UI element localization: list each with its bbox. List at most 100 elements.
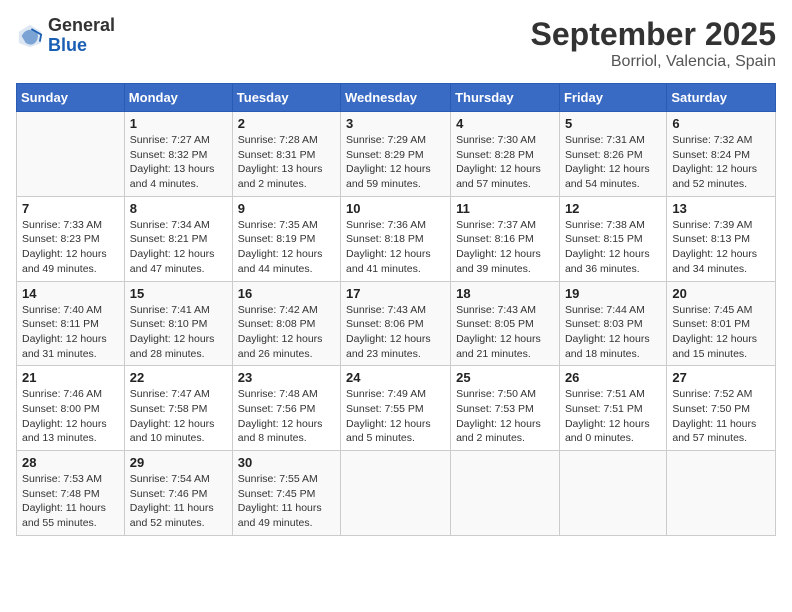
calendar-cell: 5 Sunrise: 7:31 AMSunset: 8:26 PMDaylight…: [559, 112, 666, 197]
calendar-cell: 21Sunrise: 7:46 AMSunset: 8:00 PMDayligh…: [17, 366, 125, 451]
day-number: 22: [130, 370, 227, 385]
day-number: 23: [238, 370, 335, 385]
day-info: Sunrise: 7:48 AMSunset: 7:56 PMDaylight:…: [238, 387, 335, 446]
day-info: Sunrise: 7:28 AMSunset: 8:31 PMDaylight:…: [238, 133, 335, 192]
header-day-sunday: Sunday: [17, 84, 125, 112]
day-number: 27: [672, 370, 770, 385]
calendar-cell: 9Sunrise: 7:35 AMSunset: 8:19 PMDaylight…: [232, 196, 340, 281]
calendar-cell: 3 Sunrise: 7:29 AMSunset: 8:29 PMDaylight…: [341, 112, 451, 197]
day-number: 29: [130, 455, 227, 470]
calendar-cell: 10 Sunrise: 7:36 AMSunset: 8:18 PMDayligh…: [341, 196, 451, 281]
calendar-cell: 19Sunrise: 7:44 AMSunset: 8:03 PMDayligh…: [559, 281, 666, 366]
calendar-cell: 16 Sunrise: 7:42 AMSunset: 8:08 PMDayligh…: [232, 281, 340, 366]
day-number: 10: [346, 201, 445, 216]
header-day-tuesday: Tuesday: [232, 84, 340, 112]
day-number: 8: [130, 201, 227, 216]
calendar-cell: [17, 112, 125, 197]
day-info: Sunrise: 7:51 AMSunset: 7:51 PMDaylight:…: [565, 387, 661, 446]
calendar-body: 1 Sunrise: 7:27 AMSunset: 8:32 PMDaylight…: [17, 112, 776, 536]
calendar-cell: 17Sunrise: 7:43 AMSunset: 8:06 PMDayligh…: [341, 281, 451, 366]
day-number: 11: [456, 201, 554, 216]
day-number: 3: [346, 116, 445, 131]
day-number: 7: [22, 201, 119, 216]
day-number: 20: [672, 286, 770, 301]
day-info: Sunrise: 7:55 AMSunset: 7:45 PMDaylight:…: [238, 472, 335, 531]
day-info: Sunrise: 7:40 AMSunset: 8:11 PMDaylight:…: [22, 303, 119, 362]
day-info: Sunrise: 7:31 AMSunset: 8:26 PMDaylight:…: [565, 133, 661, 192]
header-day-wednesday: Wednesday: [341, 84, 451, 112]
calendar-cell: 23 Sunrise: 7:48 AMSunset: 7:56 PMDayligh…: [232, 366, 340, 451]
header-day-saturday: Saturday: [667, 84, 776, 112]
calendar-cell: 8 Sunrise: 7:34 AMSunset: 8:21 PMDaylight…: [124, 196, 232, 281]
day-number: 28: [22, 455, 119, 470]
day-info: Sunrise: 7:37 AMSunset: 8:16 PMDaylight:…: [456, 218, 554, 277]
logo-general: General: [48, 16, 115, 36]
day-info: Sunrise: 7:38 AMSunset: 8:15 PMDaylight:…: [565, 218, 661, 277]
week-row-2: 14 Sunrise: 7:40 AMSunset: 8:11 PMDayligh…: [17, 281, 776, 366]
calendar-cell: 6Sunrise: 7:32 AMSunset: 8:24 PMDaylight…: [667, 112, 776, 197]
calendar-cell: 18 Sunrise: 7:43 AMSunset: 8:05 PMDayligh…: [451, 281, 560, 366]
calendar-cell: 25 Sunrise: 7:50 AMSunset: 7:53 PMDayligh…: [451, 366, 560, 451]
header-day-monday: Monday: [124, 84, 232, 112]
week-row-4: 28 Sunrise: 7:53 AMSunset: 7:48 PMDayligh…: [17, 451, 776, 536]
week-row-0: 1 Sunrise: 7:27 AMSunset: 8:32 PMDaylight…: [17, 112, 776, 197]
calendar-cell: 27 Sunrise: 7:52 AMSunset: 7:50 PMDayligh…: [667, 366, 776, 451]
day-number: 1: [130, 116, 227, 131]
day-info: Sunrise: 7:34 AMSunset: 8:21 PMDaylight:…: [130, 218, 227, 277]
calendar-cell: 12 Sunrise: 7:38 AMSunset: 8:15 PMDayligh…: [559, 196, 666, 281]
day-number: 30: [238, 455, 335, 470]
day-number: 5: [565, 116, 661, 131]
calendar: SundayMondayTuesdayWednesdayThursdayFrid…: [16, 83, 776, 536]
calendar-cell: 11 Sunrise: 7:37 AMSunset: 8:16 PMDayligh…: [451, 196, 560, 281]
day-number: 12: [565, 201, 661, 216]
day-info: Sunrise: 7:54 AMSunset: 7:46 PMDaylight:…: [130, 472, 227, 531]
logo-blue: Blue: [48, 36, 115, 56]
title-block: September 2025 Borriol, Valencia, Spain: [531, 16, 776, 71]
day-number: 26: [565, 370, 661, 385]
day-number: 14: [22, 286, 119, 301]
calendar-cell: 28 Sunrise: 7:53 AMSunset: 7:48 PMDayligh…: [17, 451, 125, 536]
day-info: Sunrise: 7:50 AMSunset: 7:53 PMDaylight:…: [456, 387, 554, 446]
header-day-friday: Friday: [559, 84, 666, 112]
day-info: Sunrise: 7:53 AMSunset: 7:48 PMDaylight:…: [22, 472, 119, 531]
day-info: Sunrise: 7:41 AMSunset: 8:10 PMDaylight:…: [130, 303, 227, 362]
header: General Blue September 2025 Borriol, Val…: [16, 16, 776, 71]
day-info: Sunrise: 7:36 AMSunset: 8:18 PMDaylight:…: [346, 218, 445, 277]
day-info: Sunrise: 7:27 AMSunset: 8:32 PMDaylight:…: [130, 133, 227, 192]
day-number: 16: [238, 286, 335, 301]
calendar-cell: [451, 451, 560, 536]
calendar-cell: 15Sunrise: 7:41 AMSunset: 8:10 PMDayligh…: [124, 281, 232, 366]
day-info: Sunrise: 7:49 AMSunset: 7:55 PMDaylight:…: [346, 387, 445, 446]
day-number: 25: [456, 370, 554, 385]
day-info: Sunrise: 7:52 AMSunset: 7:50 PMDaylight:…: [672, 387, 770, 446]
day-info: Sunrise: 7:45 AMSunset: 8:01 PMDaylight:…: [672, 303, 770, 362]
logo-text: General Blue: [48, 16, 115, 56]
day-info: Sunrise: 7:43 AMSunset: 8:05 PMDaylight:…: [456, 303, 554, 362]
day-info: Sunrise: 7:39 AMSunset: 8:13 PMDaylight:…: [672, 218, 770, 277]
calendar-header: SundayMondayTuesdayWednesdayThursdayFrid…: [17, 84, 776, 112]
day-info: Sunrise: 7:46 AMSunset: 8:00 PMDaylight:…: [22, 387, 119, 446]
day-number: 18: [456, 286, 554, 301]
week-row-1: 7Sunrise: 7:33 AMSunset: 8:23 PMDaylight…: [17, 196, 776, 281]
day-info: Sunrise: 7:42 AMSunset: 8:08 PMDaylight:…: [238, 303, 335, 362]
month-title: September 2025: [531, 16, 776, 53]
week-row-3: 21Sunrise: 7:46 AMSunset: 8:00 PMDayligh…: [17, 366, 776, 451]
day-number: 9: [238, 201, 335, 216]
header-day-thursday: Thursday: [451, 84, 560, 112]
calendar-cell: 30 Sunrise: 7:55 AMSunset: 7:45 PMDayligh…: [232, 451, 340, 536]
day-number: 19: [565, 286, 661, 301]
calendar-cell: 1 Sunrise: 7:27 AMSunset: 8:32 PMDaylight…: [124, 112, 232, 197]
location: Borriol, Valencia, Spain: [531, 53, 776, 71]
day-number: 4: [456, 116, 554, 131]
calendar-cell: 4 Sunrise: 7:30 AMSunset: 8:28 PMDaylight…: [451, 112, 560, 197]
header-row: SundayMondayTuesdayWednesdayThursdayFrid…: [17, 84, 776, 112]
day-info: Sunrise: 7:30 AMSunset: 8:28 PMDaylight:…: [456, 133, 554, 192]
day-number: 2: [238, 116, 335, 131]
calendar-cell: [667, 451, 776, 536]
calendar-cell: 20 Sunrise: 7:45 AMSunset: 8:01 PMDayligh…: [667, 281, 776, 366]
day-number: 17: [346, 286, 445, 301]
calendar-cell: 22Sunrise: 7:47 AMSunset: 7:58 PMDayligh…: [124, 366, 232, 451]
day-info: Sunrise: 7:29 AMSunset: 8:29 PMDaylight:…: [346, 133, 445, 192]
day-number: 6: [672, 116, 770, 131]
logo: General Blue: [16, 16, 115, 56]
